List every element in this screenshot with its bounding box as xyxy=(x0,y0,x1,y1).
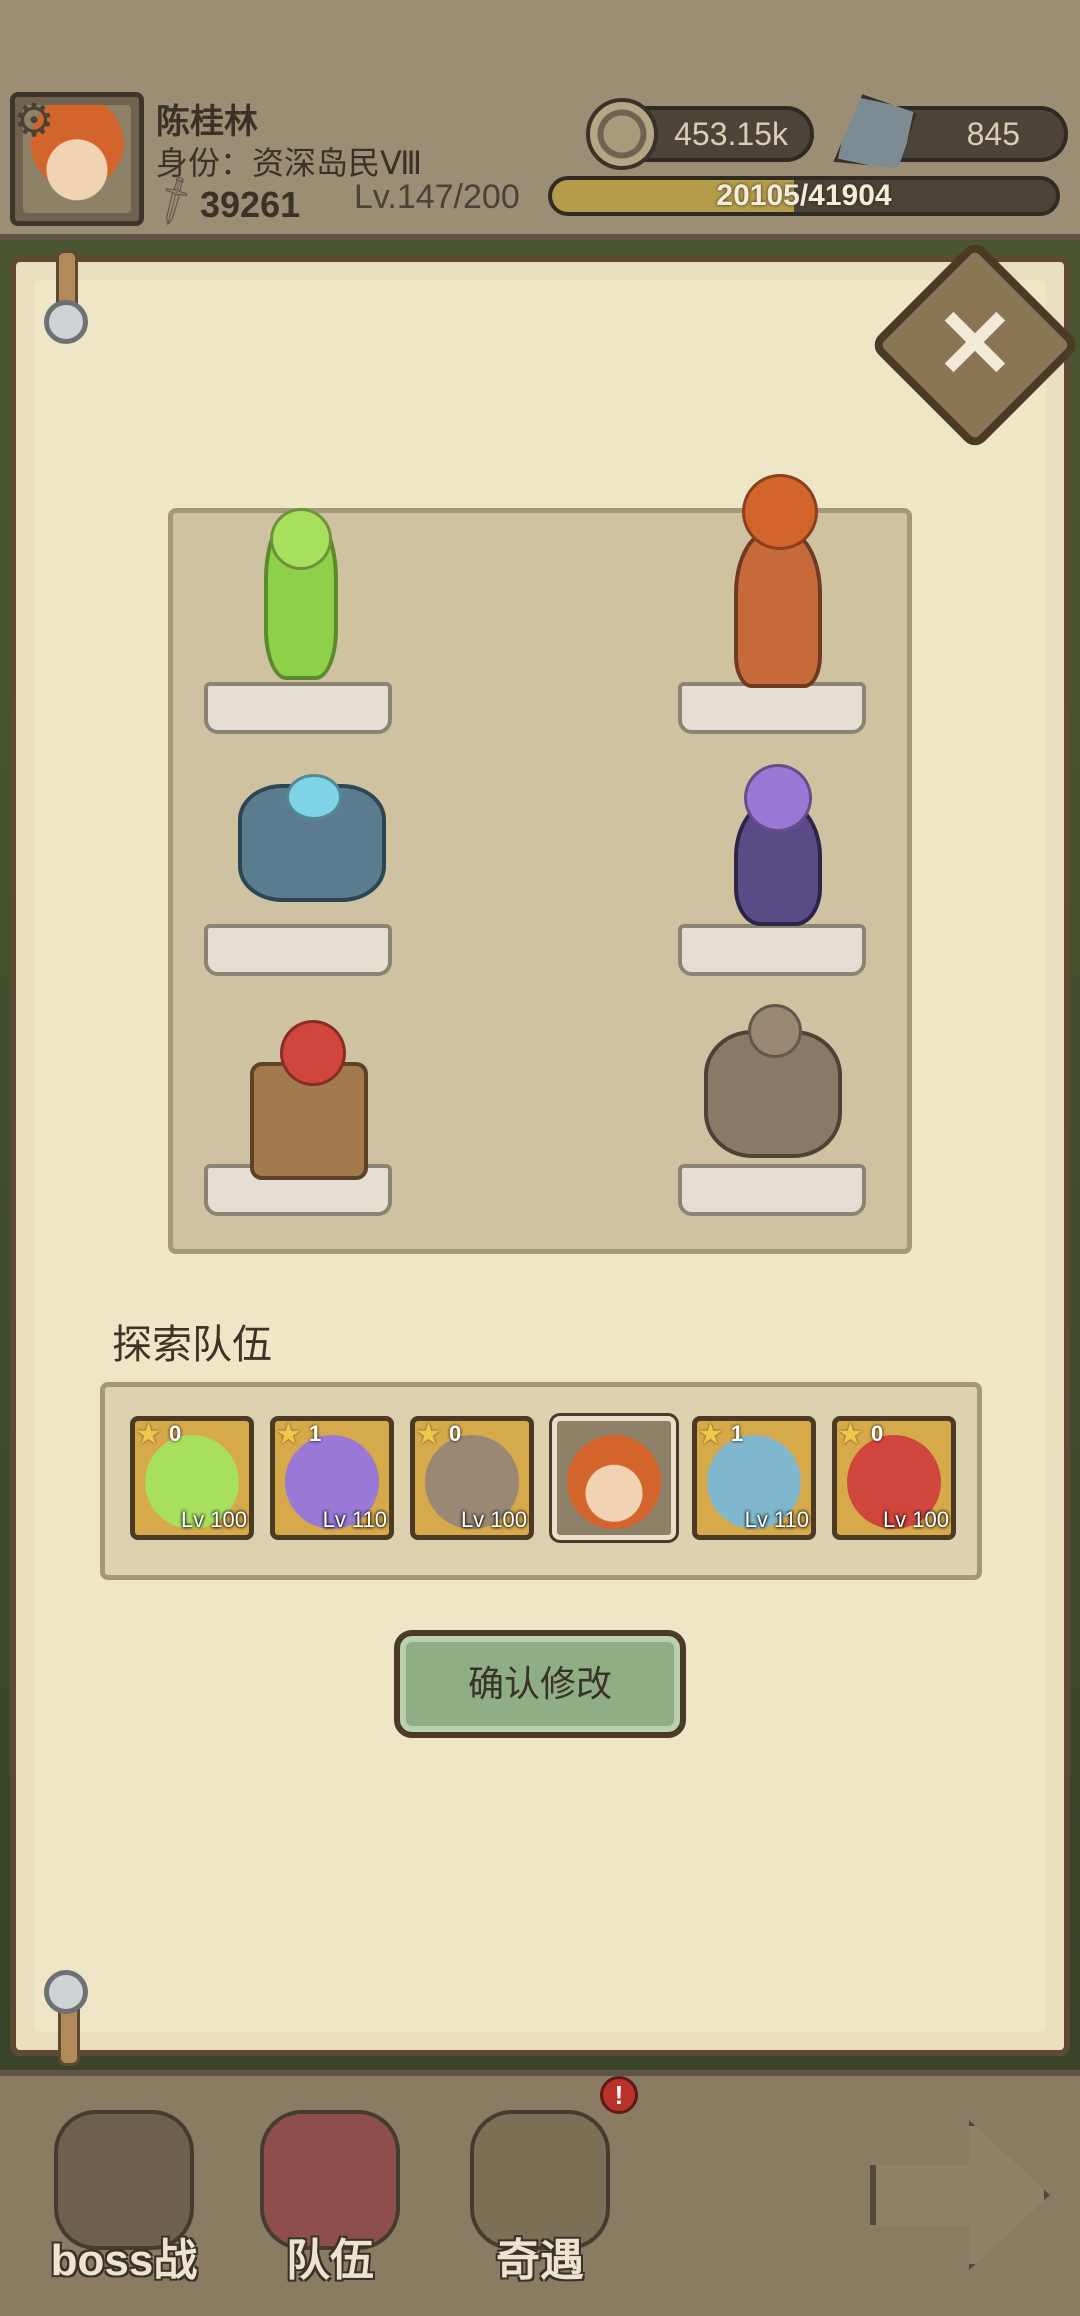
slot-count: 1 xyxy=(731,1421,744,1446)
combat-power: 39261 xyxy=(200,184,301,225)
exp-text: 20105/41904 xyxy=(716,179,892,212)
team-title: 探索队伍 xyxy=(112,1323,272,1367)
star-icon: ★ xyxy=(837,1418,864,1451)
slot-count: 1 xyxy=(309,1421,322,1446)
gem-amount: 845 xyxy=(966,116,1020,152)
pin-bottom xyxy=(44,1970,88,2014)
pedestal-left-1[interactable] xyxy=(204,682,392,734)
player-name: 陈桂林 xyxy=(156,103,258,141)
slot-count: 0 xyxy=(169,1421,182,1446)
mimic-chest-girl-figure[interactable] xyxy=(250,1020,368,1180)
gear-icon[interactable]: ⚙ xyxy=(12,97,56,143)
slot-level: Lv 100 xyxy=(460,1507,527,1532)
nav-label: 队伍 xyxy=(286,2236,374,2285)
nav-boss-battle[interactable]: boss战 xyxy=(34,2100,214,2300)
pedestal-right-1[interactable] xyxy=(678,682,866,734)
team-slot-2[interactable]: ★ 1 Lv 110 xyxy=(270,1416,394,1540)
purple-ghost-girl-figure[interactable] xyxy=(734,764,822,926)
coin-amount: 453.15k xyxy=(674,116,788,152)
crystal-golem-figure[interactable] xyxy=(238,774,386,902)
slot-count: 0 xyxy=(449,1421,462,1446)
confirm-label: 确认修改 xyxy=(467,1663,612,1704)
pedestal-right-3[interactable] xyxy=(678,1164,866,1216)
notification-badge: ! xyxy=(600,2076,638,2114)
team-slot-6[interactable]: ★ 0 Lv 100 xyxy=(832,1416,956,1540)
star-icon: ★ xyxy=(697,1418,724,1451)
slot-level: Lv 100 xyxy=(882,1507,949,1532)
pedestal-left-2[interactable] xyxy=(204,924,392,976)
team-slot-3[interactable]: ★ 0 Lv 100 xyxy=(410,1416,534,1540)
pedestal-right-2[interactable] xyxy=(678,924,866,976)
slot-level: Lv 110 xyxy=(322,1507,387,1532)
star-icon: ★ xyxy=(135,1418,162,1451)
star-icon: ★ xyxy=(415,1418,442,1451)
pin-top xyxy=(44,300,88,344)
nav-team[interactable]: 队伍 xyxy=(240,2100,420,2300)
confirm-button[interactable]: 确认修改 xyxy=(394,1630,686,1738)
nav-label: boss战 xyxy=(50,2236,198,2285)
team-slot-leader[interactable] xyxy=(552,1416,676,1540)
nav-adventure[interactable]: 奇遇 xyxy=(450,2100,630,2300)
red-haired-swordsman-figure[interactable] xyxy=(734,474,822,688)
close-icon[interactable]: ✕ xyxy=(900,270,1050,420)
slot-count: 0 xyxy=(871,1421,884,1446)
nav-label: 奇遇 xyxy=(496,2236,584,2285)
slot-level: Lv 100 xyxy=(180,1507,247,1532)
rock-golem-figure[interactable] xyxy=(704,1004,842,1158)
player-level: Lv.147/200 xyxy=(354,178,520,216)
coin-icon xyxy=(586,98,658,170)
slot-level: Lv 110 xyxy=(744,1507,809,1532)
green-slime-girl-figure[interactable] xyxy=(264,508,338,680)
team-slot-5[interactable]: ★ 1 Lv 110 xyxy=(692,1416,816,1540)
exp-bar: 20105/41904 xyxy=(548,176,1060,216)
portrait-red-haired-swordsman xyxy=(567,1435,661,1529)
team-slot-1[interactable]: ★ 0 Lv 100 xyxy=(130,1416,254,1540)
star-icon: ★ xyxy=(275,1418,302,1451)
